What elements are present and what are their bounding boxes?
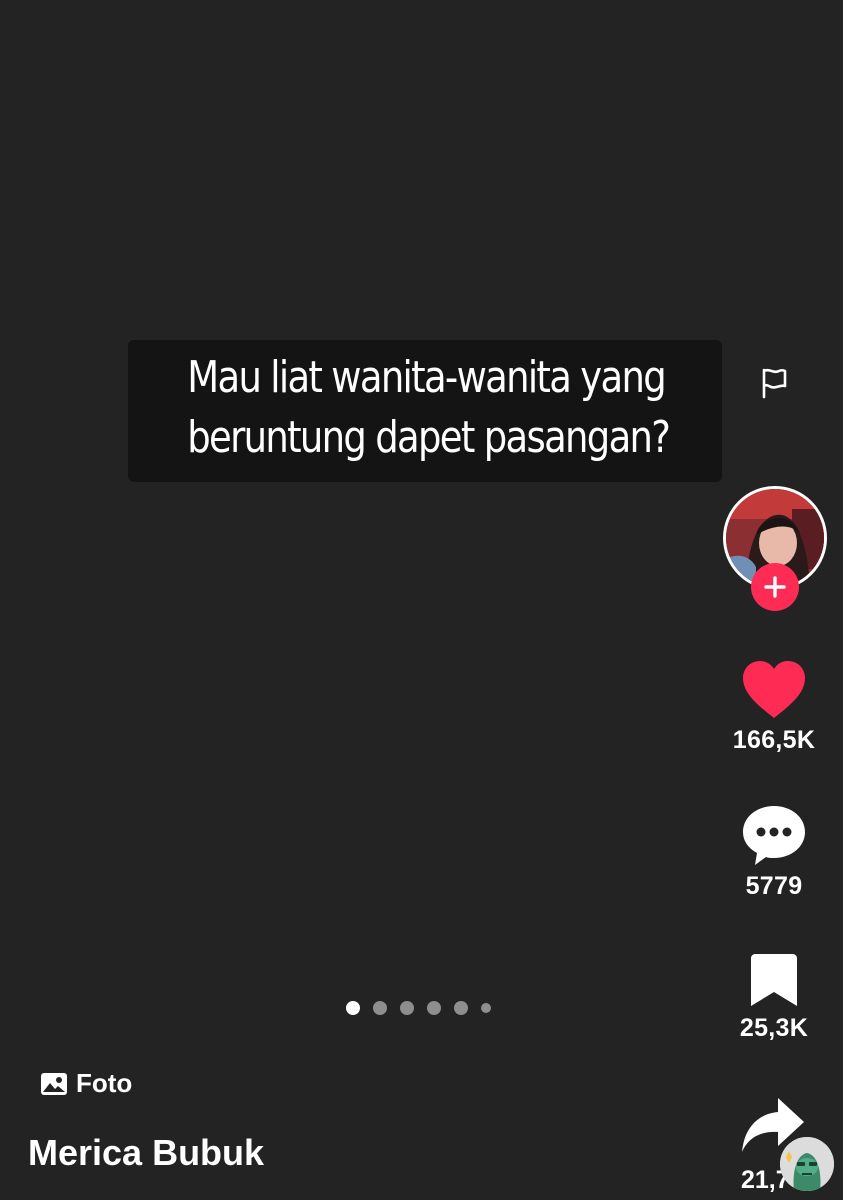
pager-dot xyxy=(400,1001,414,1015)
caption-line-2: beruntung dapet pasangan? xyxy=(187,412,671,463)
pager-dot xyxy=(427,1001,441,1015)
comment-count: 5779 xyxy=(745,872,803,900)
pager-dot xyxy=(373,1001,387,1015)
like-count: 166,5K xyxy=(732,726,816,754)
post-type-label: Foto xyxy=(76,1068,133,1098)
photo-post-screen: Mau liat wanita-wanita yang beruntung da… xyxy=(0,0,843,1200)
heart-icon xyxy=(743,661,805,718)
bookmark-button[interactable]: 25,3K xyxy=(724,952,824,1043)
slide-pager xyxy=(346,1001,491,1015)
author-avatar-group[interactable] xyxy=(723,486,827,611)
plus-icon xyxy=(764,576,786,598)
pager-dot-active xyxy=(346,1001,360,1015)
flag-icon[interactable] xyxy=(757,366,791,400)
post-type-badge: Foto xyxy=(40,1068,132,1099)
follow-button[interactable] xyxy=(751,563,799,611)
caption-overlay: Mau liat wanita-wanita yang beruntung da… xyxy=(128,340,722,482)
pager-dot xyxy=(481,1003,491,1013)
bookmark-icon xyxy=(751,954,797,1006)
bookmark-count: 25,3K xyxy=(739,1014,809,1042)
caption-line-1: Mau liat wanita-wanita yang xyxy=(187,352,666,403)
comment-button[interactable]: 5779 xyxy=(724,804,824,901)
comment-bubble-icon xyxy=(743,806,805,865)
sound-avatar[interactable] xyxy=(780,1137,834,1191)
author-name[interactable]: Merica Bubuk xyxy=(28,1132,264,1174)
pager-dot xyxy=(454,1001,468,1015)
like-button[interactable]: 166,5K xyxy=(724,660,824,755)
image-icon xyxy=(41,1072,67,1095)
